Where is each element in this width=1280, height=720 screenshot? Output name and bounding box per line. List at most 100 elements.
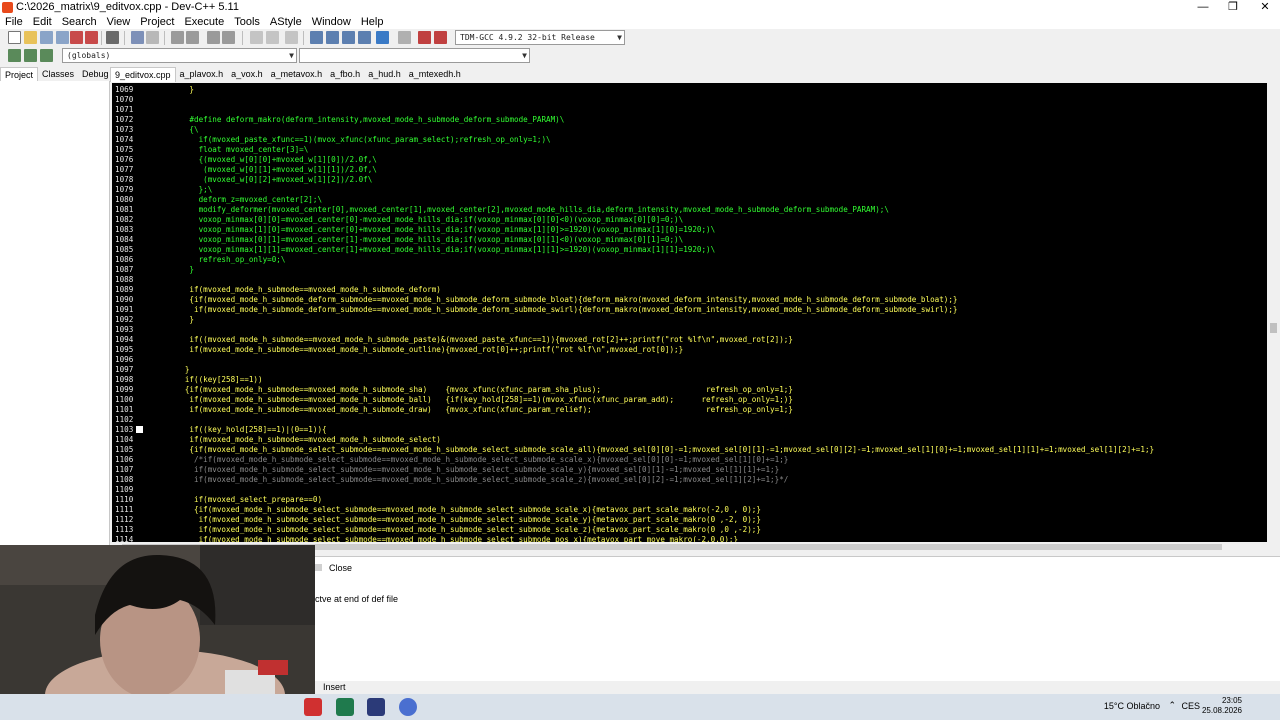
tab-file[interactable]: a_metavox.h (267, 67, 327, 82)
code-line[interactable]: if(mvoxed_mode_h_submode==mvoxed_mode_h_… (162, 395, 793, 405)
code-line[interactable]: float mvoxed_center[3]=\ (162, 145, 309, 155)
bookmark-icon[interactable] (285, 31, 298, 44)
menu-search[interactable]: Search (57, 15, 102, 29)
scope-select[interactable]: (globals) ▼ (62, 48, 297, 63)
code-line[interactable]: {if(mvoxed_mode_h_submode_deform_submode… (162, 295, 957, 305)
project-browser[interactable] (0, 81, 110, 545)
forward-icon[interactable] (266, 31, 279, 44)
close-file-icon[interactable] (70, 31, 83, 44)
menu-astyle[interactable]: AStyle (265, 15, 307, 29)
line-number-gutter[interactable]: 1069 1070 1071 1072 1073 1074 1075 1076 1077 1078… (112, 83, 162, 542)
code-line[interactable]: voxop_minmax[1][1]=mvoxed_center[1]+mvox… (162, 245, 716, 255)
code-line[interactable]: (mvoxed_w[0][2]+mvoxed_w[1][2])/2.0f\ (162, 175, 372, 185)
tab-file[interactable]: 9_editvox.cpp (110, 67, 176, 82)
code-line[interactable]: if(mvoxed_mode_h_submode==mvoxed_mode_h_… (162, 345, 683, 355)
minimize-button[interactable]: — (1188, 0, 1218, 15)
menu-project[interactable]: Project (135, 15, 179, 29)
code-line[interactable]: /*if(mvoxed_mode_h_submode_select_submod… (162, 455, 788, 465)
code-line[interactable]: (mvoxed_w[0][1]+mvoxed_w[1][1])/2.0f,\ (162, 165, 377, 175)
save-icon[interactable] (40, 31, 53, 44)
tab-file[interactable]: a_fbo.h (326, 67, 364, 82)
maximize-button[interactable]: ❐ (1218, 0, 1248, 15)
browser-taskbar-icon[interactable] (399, 698, 417, 716)
debug-icon[interactable] (434, 31, 447, 44)
run-icon[interactable] (326, 31, 339, 44)
code-line[interactable]: } (162, 365, 190, 375)
weather-widget[interactable]: 15°C Oblačno (1104, 701, 1160, 711)
save-all-icon[interactable] (56, 31, 69, 44)
code-line[interactable]: if(mvoxed_mode_h_submode_select_submode=… (162, 465, 779, 475)
goto-line-icon[interactable] (207, 31, 220, 44)
tab-file[interactable]: a_plavox.h (176, 67, 228, 82)
code-line[interactable]: {(mvoxed_w[0][0]+mvoxed_w[1][0])/2.0f,\ (162, 155, 377, 165)
code-line[interactable]: if(mvoxed_mode_h_submode_select_submode=… (162, 525, 761, 535)
close-window-button[interactable]: ✕ (1250, 0, 1280, 15)
scrollbar-thumb[interactable] (1270, 323, 1277, 333)
menu-file[interactable]: File (0, 15, 28, 29)
code-line[interactable]: #define deform_makro(deform_intensity,mv… (162, 115, 564, 125)
rebuild-icon[interactable] (358, 31, 371, 44)
code-line[interactable]: voxop_minmax[0][0]=mvoxed_center[0]-mvox… (162, 215, 684, 225)
code-line[interactable]: } (162, 85, 194, 95)
clock[interactable]: 23:05 25.08.2026 (1192, 696, 1242, 716)
code-line[interactable]: } (162, 265, 194, 275)
code-line[interactable]: if(mvoxed_paste_xfunc==1)(mvox_xfunc(xfu… (162, 135, 551, 145)
bookmark-icon[interactable] (136, 426, 143, 433)
vertical-scrollbar[interactable] (1267, 83, 1280, 542)
menu-view[interactable]: View (102, 15, 136, 29)
profile-icon[interactable] (418, 31, 431, 44)
code-line[interactable]: } (162, 315, 194, 325)
code-line[interactable]: voxop_minmax[1][0]=mvoxed_center[0]+mvox… (162, 225, 716, 235)
code-line[interactable]: if(mvoxed_mode_h_submode_deform_submode=… (162, 305, 958, 315)
close-panel-button[interactable]: Close (315, 561, 352, 575)
stop-icon[interactable] (398, 31, 411, 44)
code-line[interactable]: if(mvoxed_mode_h_submode_select_submode=… (162, 535, 739, 542)
code-line[interactable]: if((mvoxed_mode_h_submode==mvoxed_mode_h… (162, 335, 793, 345)
code-line[interactable]: {if(mvoxed_mode_h_submode==mvoxed_mode_h… (162, 385, 793, 395)
code-line[interactable]: if((key_hold[258]==1)|(0==1)){ (162, 425, 326, 435)
code-line[interactable]: refresh_op_only=0;\ (162, 255, 286, 265)
goto-bookmark-icon[interactable] (40, 49, 53, 62)
code-line[interactable]: if(mvoxed_mode_h_submode_select_submode=… (162, 515, 761, 525)
function-select[interactable]: ▼ (299, 48, 530, 63)
code-area[interactable]: } #define deform_makro(deform_intensity,… (162, 83, 1267, 542)
code-line[interactable]: {\ (162, 125, 198, 135)
taskbar-app-icon[interactable] (304, 698, 322, 716)
code-line[interactable]: deform_z=mvoxed_center[2];\ (162, 195, 322, 205)
code-line[interactable]: if(mvoxed_mode_h_submode==mvoxed_mode_h_… (162, 405, 793, 415)
redo-icon[interactable] (146, 31, 159, 44)
tab-project[interactable]: Project (0, 67, 39, 81)
code-line[interactable]: if(mvoxed_mode_h_submode==mvoxed_mode_h_… (162, 285, 440, 295)
insert-code-icon[interactable] (8, 49, 21, 62)
code-line[interactable]: if(mvoxed_mode_h_submode_select_submode=… (162, 475, 788, 485)
code-line[interactable]: if(mvoxed_select_prepare==0) (162, 495, 322, 505)
code-line[interactable]: };\ (162, 185, 213, 195)
undo-icon[interactable] (131, 31, 144, 44)
compile-icon[interactable] (310, 31, 323, 44)
close-all-icon[interactable] (85, 31, 98, 44)
code-line[interactable]: modify_deformer(mvoxed_center[0],mvoxed_… (162, 205, 889, 215)
tab-debug[interactable]: Debug (78, 67, 113, 81)
menu-edit[interactable]: Edit (28, 15, 57, 29)
back-icon[interactable] (250, 31, 263, 44)
code-editor[interactable]: 1069 1070 1071 1072 1073 1074 1075 1076 1077 1078… (112, 83, 1267, 542)
code-line[interactable]: voxop_minmax[0][1]=mvoxed_center[1]-mvox… (162, 235, 684, 245)
open-file-icon[interactable] (24, 31, 37, 44)
menu-window[interactable]: Window (307, 15, 356, 29)
tab-classes[interactable]: Classes (38, 67, 78, 81)
code-line[interactable]: if((key[258]==1)) (162, 375, 263, 385)
code-line[interactable]: {if(mvoxed_mode_h_submode_select_submode… (162, 505, 761, 515)
check-syntax-icon[interactable] (376, 31, 389, 44)
chevron-up-icon[interactable]: ⌃ (1168, 700, 1176, 711)
menu-execute[interactable]: Execute (179, 15, 229, 29)
devcpp-taskbar-icon[interactable] (367, 698, 385, 716)
code-line[interactable]: if(mvoxed_mode_h_submode==mvoxed_mode_h_… (162, 435, 440, 445)
compile-run-icon[interactable] (342, 31, 355, 44)
toggle-bookmark-icon[interactable] (24, 49, 37, 62)
find-icon[interactable] (171, 31, 184, 44)
taskbar-app-icon[interactable] (336, 698, 354, 716)
goto-function-icon[interactable] (222, 31, 235, 44)
tab-file[interactable]: a_vox.h (227, 67, 267, 82)
menu-help[interactable]: Help (356, 15, 389, 29)
code-line[interactable]: {if(mvoxed_mode_h_submode_select_submode… (162, 445, 1154, 455)
